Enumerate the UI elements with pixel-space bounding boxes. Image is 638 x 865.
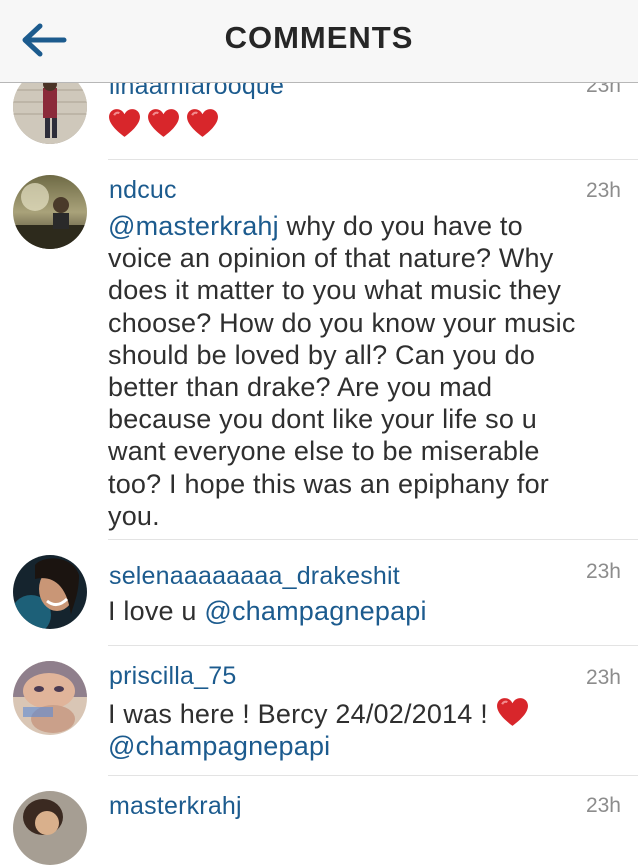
comment-body: I was here ! Bercy 24/02/2014 ! bbox=[108, 699, 496, 729]
mention-link[interactable]: @masterkrahj bbox=[108, 211, 279, 241]
comment-timestamp: 23h bbox=[585, 666, 621, 689]
comment-username[interactable]: masterkrahj bbox=[109, 792, 242, 821]
comment-line: want everyone else to be miserable bbox=[108, 436, 540, 467]
avatar[interactable] bbox=[13, 791, 87, 865]
comment-item: ndcuc 23h @masterkrahj why do you have t… bbox=[0, 160, 638, 540]
comment-line: why do you have to bbox=[278, 211, 523, 241]
comments-list[interactable]: linaamfarooque 23h ndcuc 23h @masterkrah… bbox=[0, 0, 638, 865]
comment-text: I was here ! Bercy 24/02/2014 ! @champag… bbox=[108, 698, 623, 762]
comment-line: should be loved by all? Can you do bbox=[108, 339, 536, 370]
comment-line: you. bbox=[108, 500, 160, 531]
comment-line: too? I hope this was an epiphany for bbox=[108, 468, 549, 499]
comment-line: does it matter to you what music they bbox=[108, 275, 562, 306]
comment-timestamp: 23h bbox=[585, 794, 621, 817]
comment-item: masterkrahj 23h bbox=[0, 776, 638, 865]
comment-username[interactable]: selenaaaaaaaa_drakeshit bbox=[109, 562, 400, 591]
comment-timestamp: 23h bbox=[585, 179, 621, 202]
comment-username[interactable]: ndcuc bbox=[109, 176, 177, 205]
comment-text: I love u @champagnepapi bbox=[108, 595, 623, 627]
heart-emoji-icon bbox=[109, 109, 140, 137]
navigation-bar: COMMENTS bbox=[0, 0, 638, 83]
avatar[interactable] bbox=[13, 175, 87, 249]
mention-link[interactable]: @champagnepapi bbox=[204, 596, 426, 626]
heart-emoji-icon bbox=[148, 109, 179, 137]
comment-item: selenaaaaaaaa_drakeshit 23h I love u @ch… bbox=[0, 540, 638, 646]
comment-line: better than drake? Are you mad bbox=[108, 372, 493, 403]
comment-line: voice an opinion of that nature? Why bbox=[108, 243, 554, 274]
avatar[interactable] bbox=[13, 555, 87, 629]
comment-body: I love u bbox=[108, 596, 205, 626]
mention-link[interactable]: @champagnepapi bbox=[108, 731, 330, 761]
comment-text: @masterkrahj why do you have to voice an… bbox=[108, 210, 623, 532]
avatar[interactable] bbox=[13, 661, 87, 735]
comment-timestamp: 23h bbox=[585, 560, 621, 583]
heart-emoji-icon bbox=[187, 109, 218, 137]
page-title: COMMENTS bbox=[224, 20, 414, 55]
comment-username[interactable]: priscilla_75 bbox=[109, 662, 236, 691]
heart-emoji-icon bbox=[496, 698, 528, 727]
comment-line: choose? How do you know your music bbox=[108, 307, 576, 338]
heart-emoji-group bbox=[108, 108, 219, 139]
comment-item: priscilla_75 23h I was here ! Bercy 24/0… bbox=[0, 646, 638, 776]
comment-line: because you dont like your life so u bbox=[108, 404, 537, 435]
